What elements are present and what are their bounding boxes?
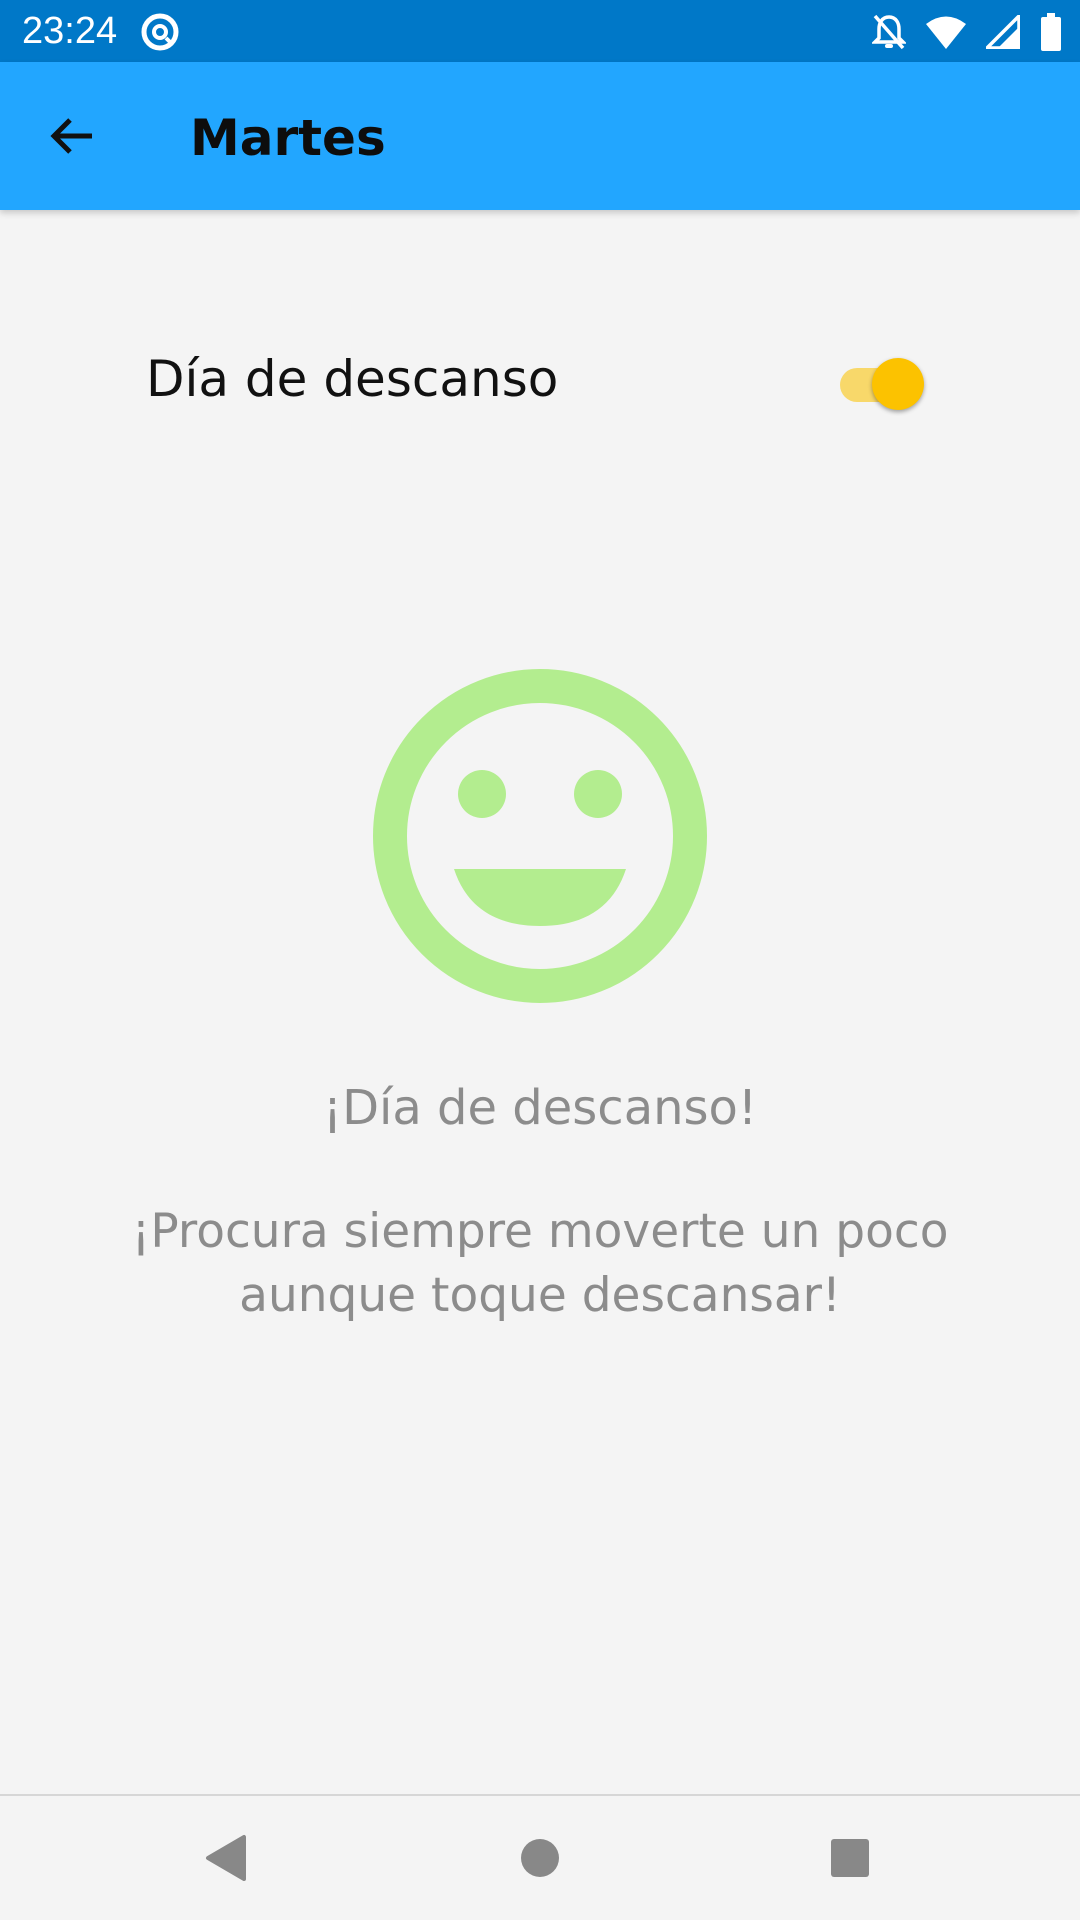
rest-day-message: ¡Procura siempre moverte un poco aunque …: [131, 1204, 949, 1323]
nav-recents-button[interactable]: [810, 1820, 890, 1900]
status-icons: [872, 12, 1062, 52]
nav-home-button[interactable]: [500, 1820, 580, 1900]
back-triangle-icon: [204, 1834, 248, 1886]
recents-square-icon: [829, 1837, 871, 1883]
notifications-off-icon: [872, 13, 906, 51]
screen: 23:24 Martes Día de descanso ¡Día de des…: [0, 0, 1080, 1920]
app-bar: Martes: [0, 62, 1080, 210]
rest-day-title: ¡Día de descanso!: [322, 1080, 758, 1136]
toggle-thumb: [872, 358, 924, 410]
rest-day-toggle[interactable]: [840, 348, 932, 410]
smiley-face-icon: [372, 668, 708, 1004]
status-time: 23:24: [22, 10, 118, 52]
nav-back-button[interactable]: [186, 1820, 266, 1900]
home-circle-icon: [519, 1837, 561, 1883]
page-title: Martes: [190, 109, 386, 167]
rest-day-label: Día de descanso: [146, 350, 559, 408]
wifi-icon: [926, 15, 966, 49]
status-bar: 23:24: [0, 0, 1080, 62]
arrow-back-icon: [48, 112, 96, 164]
signal-icon: [986, 15, 1020, 49]
back-button[interactable]: [36, 102, 108, 174]
at-sign-icon: [140, 12, 180, 52]
rest-day-row: Día de descanso: [146, 340, 936, 418]
navigation-bar: [0, 1794, 1080, 1920]
battery-icon: [1040, 13, 1062, 51]
